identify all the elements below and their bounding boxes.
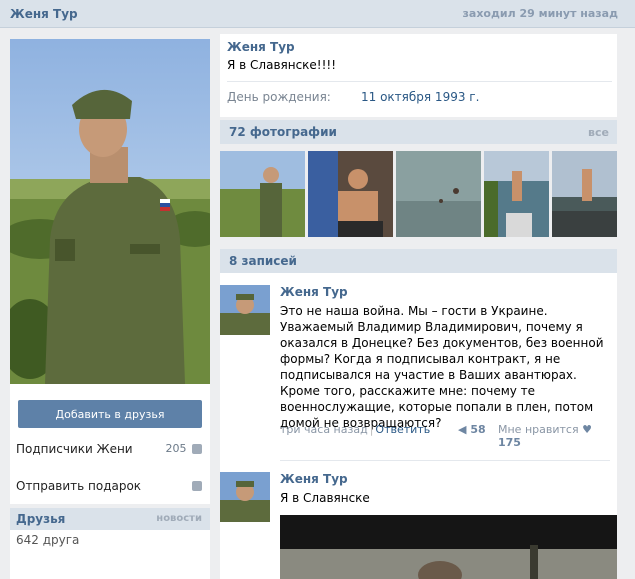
wall-post: Женя Тур Я в Славянске bbox=[220, 472, 617, 579]
subscribers-link[interactable]: Подписчики Жени 205 bbox=[10, 430, 210, 468]
photos-all-link[interactable]: все bbox=[588, 126, 609, 139]
birthday-label: День рождения: bbox=[227, 90, 331, 104]
like-count: 175 bbox=[498, 436, 521, 449]
avatar-image bbox=[220, 285, 270, 335]
subscribers-count-wrap: 205 bbox=[165, 430, 202, 468]
gift-icon bbox=[192, 481, 202, 491]
info-divider bbox=[227, 81, 612, 82]
photo-thumbnail[interactable] bbox=[308, 151, 393, 237]
header-user-name[interactable]: Женя Тур bbox=[10, 7, 78, 21]
friends-block-header[interactable]: Друзья новости bbox=[10, 508, 210, 530]
friend-thumbnails bbox=[10, 552, 210, 579]
add-friend-button[interactable]: Добавить в друзья bbox=[18, 400, 202, 428]
friends-news-link[interactable]: новости bbox=[156, 513, 202, 524]
post-divider bbox=[280, 460, 610, 461]
profile-name: Женя Тур bbox=[227, 40, 295, 54]
photo-image bbox=[484, 151, 549, 237]
photos-strip bbox=[220, 151, 617, 237]
profile-status: Я в Славянске!!!! bbox=[227, 58, 337, 72]
photo-image bbox=[396, 151, 481, 237]
post-text: Это не наша война. Мы – гости в Украине.… bbox=[280, 304, 604, 430]
wall-header[interactable]: 8 записей bbox=[220, 249, 617, 273]
photos-header[interactable]: 72 фотографии все bbox=[220, 120, 617, 144]
attached-photo-image bbox=[280, 515, 617, 579]
profile-header-bar: Женя Тур заходил 29 минут назад bbox=[0, 0, 635, 28]
last-seen-status: заходил 29 минут назад bbox=[462, 7, 618, 20]
left-column: Добавить в друзья Подписчики Жени 205 От… bbox=[10, 39, 210, 579]
people-icon bbox=[192, 444, 202, 454]
friends-count: 642 друга bbox=[10, 530, 210, 552]
friends-title: Друзья bbox=[16, 512, 66, 526]
share-button[interactable]: ◀ 58 bbox=[458, 423, 486, 436]
subscribers-count: 205 bbox=[165, 442, 187, 455]
right-column: Женя Тур Я в Славянске!!!! День рождения… bbox=[220, 34, 617, 579]
post-meta: три часа назад | Ответить bbox=[280, 423, 430, 436]
post-text: Я в Славянске bbox=[280, 491, 370, 505]
post-author-avatar[interactable] bbox=[220, 472, 270, 522]
like-button[interactable]: Мне нравится ♥ 175 bbox=[498, 423, 617, 449]
photo-image bbox=[308, 151, 393, 237]
post-attached-photo[interactable] bbox=[280, 515, 617, 579]
photos-count-title: 72 фотографии bbox=[229, 125, 337, 139]
photo-image bbox=[220, 151, 305, 237]
gift-icon-wrap bbox=[190, 468, 202, 504]
heart-icon: ♥ bbox=[582, 423, 592, 436]
post-author-avatar[interactable] bbox=[220, 285, 270, 335]
post-author-name[interactable]: Женя Тур bbox=[280, 472, 348, 486]
avatar-image bbox=[220, 472, 270, 522]
photo-thumbnail[interactable] bbox=[396, 151, 481, 237]
wall-posts: Женя Тур Это не наша война. Мы – гости в… bbox=[220, 273, 617, 579]
megaphone-icon: ◀ bbox=[458, 423, 467, 436]
photo-thumbnail[interactable] bbox=[552, 151, 617, 237]
like-label: Мне нравится bbox=[498, 423, 579, 436]
photo-image bbox=[552, 151, 617, 237]
meta-separator: | bbox=[369, 423, 374, 436]
post-author-name[interactable]: Женя Тур bbox=[280, 285, 348, 299]
profile-photo-image bbox=[10, 39, 210, 384]
birthday-value[interactable]: 11 октября 1993 г. bbox=[361, 90, 479, 104]
wall-posts-count: 8 записей bbox=[229, 254, 297, 268]
subscribers-label: Подписчики Жени bbox=[16, 442, 133, 456]
profile-photo[interactable] bbox=[10, 39, 210, 384]
photo-thumbnail[interactable] bbox=[220, 151, 305, 237]
reply-link[interactable]: Ответить bbox=[375, 423, 430, 436]
add-friend-area: Добавить в друзья bbox=[10, 384, 210, 430]
wall-post: Женя Тур Это не наша война. Мы – гости в… bbox=[220, 285, 617, 450]
send-gift-link[interactable]: Отправить подарок bbox=[10, 468, 210, 504]
photo-thumbnail[interactable] bbox=[484, 151, 549, 237]
post-time[interactable]: три часа назад bbox=[280, 423, 368, 436]
share-count: 58 bbox=[470, 423, 486, 436]
profile-info: Женя Тур Я в Славянске!!!! День рождения… bbox=[220, 34, 617, 117]
send-gift-label: Отправить подарок bbox=[16, 479, 142, 493]
